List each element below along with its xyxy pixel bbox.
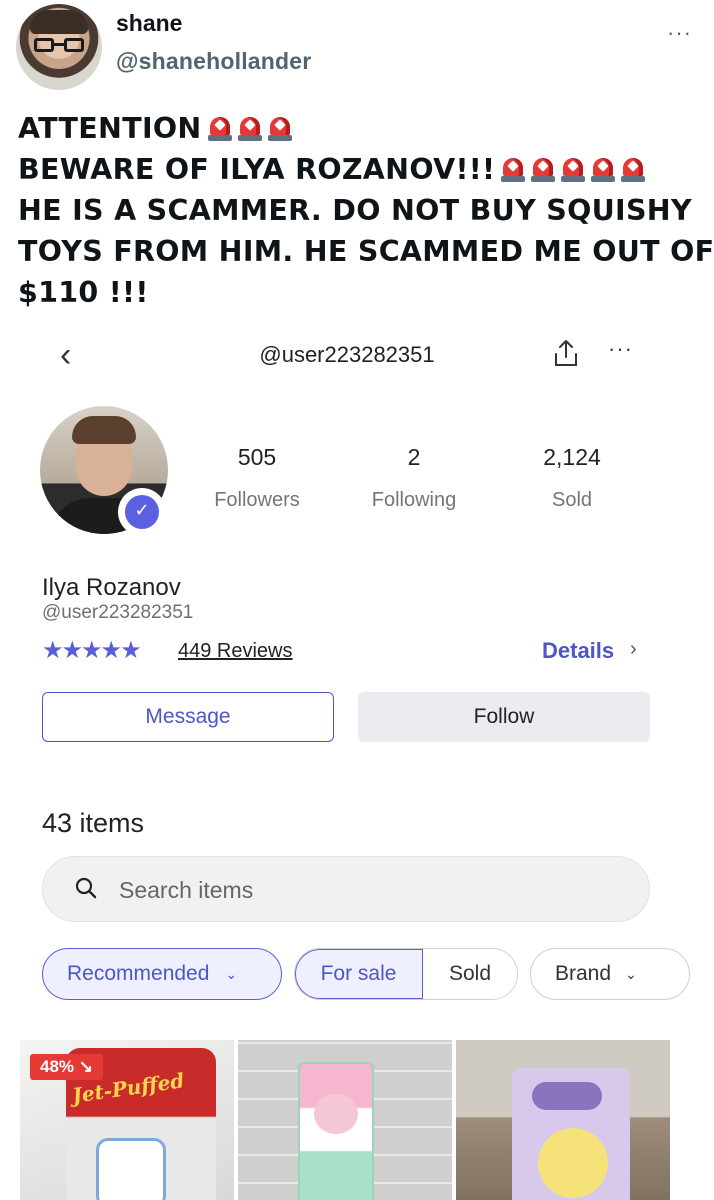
- share-icon[interactable]: [552, 338, 580, 368]
- stat-label: Following: [371, 489, 457, 511]
- stat-value: 2: [407, 444, 421, 470]
- siren-icon: [621, 156, 646, 182]
- tweet-line: $110 !!!: [18, 276, 149, 309]
- search-placeholder: Search items: [119, 877, 254, 903]
- embedded-screenshot[interactable]: ‹ @user223282351 ··· 505 Followers 2 Fol…: [20, 318, 700, 1200]
- siren-icon: [267, 115, 292, 141]
- stat-label: Sold: [551, 489, 593, 511]
- product-image: [298, 1062, 374, 1200]
- availability-toggle[interactable]: For sale Sold: [294, 948, 518, 1000]
- tweet-line: ATTENTION: [18, 108, 698, 149]
- follow-button[interactable]: Follow: [358, 692, 650, 742]
- avatar-glasses: [34, 38, 84, 52]
- star-rating-icon: ★★★★★: [42, 636, 142, 664]
- listing-tile[interactable]: [456, 1040, 670, 1200]
- sort-recommended-dropdown[interactable]: Recommended ⌄: [42, 948, 282, 1000]
- stat-followers[interactable]: 505 Followers: [187, 444, 327, 512]
- tweet-line: HE IS A SCAMMER. DO NOT BUY SQUISHY: [18, 194, 692, 227]
- stat-label: Followers: [214, 489, 300, 511]
- seller-name: Ilya Rozanov: [42, 574, 181, 601]
- details-link[interactable]: Details: [542, 638, 614, 664]
- tweet-text: ATTENTION BEWARE OF ILYA ROZANOV!!! HE I…: [18, 108, 714, 313]
- filter-for-sale[interactable]: For sale: [295, 949, 423, 999]
- nav-more-icon[interactable]: ···: [608, 336, 633, 362]
- seller-handle: @user223282351: [42, 602, 194, 623]
- stat-sold: 2,124 Sold: [502, 444, 642, 512]
- tweet-line: TOYS FROM HIM. HE SCAMMED ME OUT OF: [18, 235, 714, 268]
- product-image: [512, 1068, 630, 1200]
- siren-icon: [207, 115, 232, 141]
- author-avatar[interactable]: [16, 4, 102, 90]
- chevron-right-icon[interactable]: ›: [630, 638, 637, 661]
- message-button[interactable]: Message: [42, 692, 334, 742]
- author-handle[interactable]: @shanehollander: [116, 48, 311, 75]
- siren-icon: [561, 156, 586, 182]
- items-count: 43 items: [42, 808, 145, 838]
- siren-icon: [591, 156, 616, 182]
- siren-icon: [237, 115, 262, 141]
- chevron-down-icon: ⌄: [225, 965, 238, 982]
- listing-tile[interactable]: Jet-Puffed 48% ↘: [20, 1040, 234, 1200]
- chevron-down-icon: ⌄: [625, 965, 637, 982]
- search-input[interactable]: Search items: [42, 856, 650, 922]
- filter-sold[interactable]: Sold: [423, 949, 517, 999]
- siren-icon: [501, 156, 526, 182]
- stat-value: 2,124: [543, 444, 601, 470]
- stat-value: 505: [237, 444, 277, 470]
- search-icon: [75, 877, 97, 899]
- sort-label: Recommended: [67, 962, 210, 985]
- avatar-hair: [30, 10, 88, 34]
- listing-tile[interactable]: [238, 1040, 452, 1200]
- tweet-line: BEWARE OF ILYA ROZANOV!!!: [18, 149, 698, 190]
- more-options-icon[interactable]: ···: [667, 20, 692, 46]
- verified-shield-icon: [118, 488, 166, 536]
- stat-following[interactable]: 2 Following: [344, 444, 484, 512]
- reviews-link[interactable]: 449 Reviews: [178, 640, 293, 663]
- discount-badge: 48% ↘: [30, 1054, 103, 1080]
- brand-dropdown[interactable]: Brand ⌄: [530, 948, 690, 1000]
- siren-icon: [531, 156, 556, 182]
- brand-label: Brand: [555, 962, 612, 985]
- author-display-name[interactable]: shane: [116, 10, 182, 37]
